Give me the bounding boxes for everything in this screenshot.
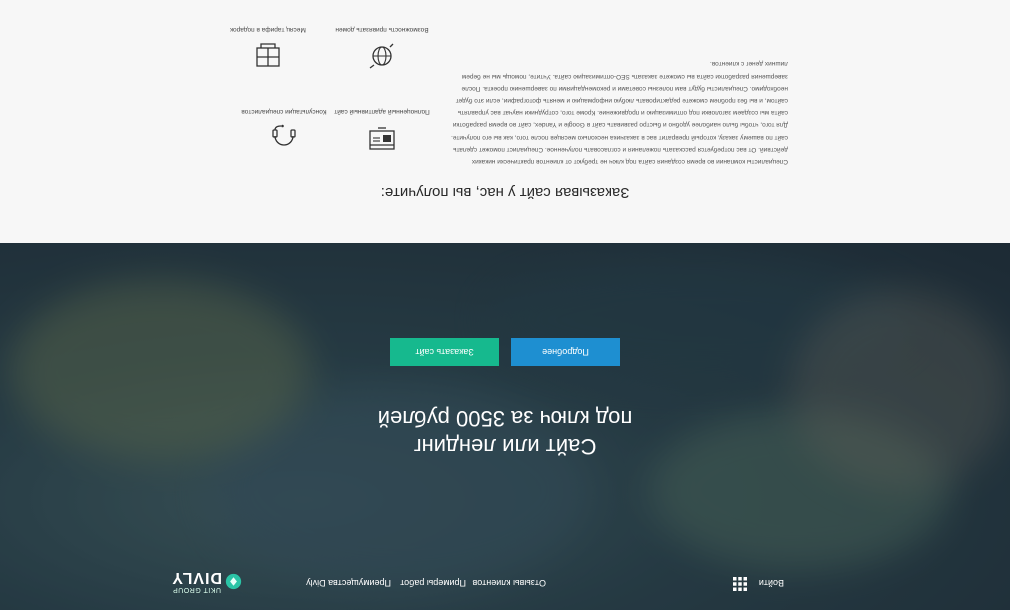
more-button[interactable]: Подробнее [511,338,620,366]
hero-title-line1: Сайт или лендинг [413,434,597,459]
page: UKIT GROUP DIVLY Преимущества Divly Прим… [0,0,1010,610]
logo-icon[interactable] [225,573,242,590]
top-nav: UKIT GROUP DIVLY Преимущества Divly Прим… [0,554,1010,610]
feature-label: Консультации специалистов [241,108,327,115]
monitor-tools-icon [369,127,395,150]
benefits-title: Заказывая сайт у нас, вы получите: [380,184,630,201]
hero-section: UKIT GROUP DIVLY Преимущества Divly Прим… [0,243,1010,610]
feature-label: Возможность привязать домен [335,26,429,33]
feature-label: Месяц тарифа в подарок [230,26,306,33]
feature-label: Полноценный адаптивный сайт [334,108,430,115]
feature-adaptive-site: Полноценный адаптивный сайт [332,107,432,152]
window-icon [256,43,280,67]
benefits-description: Специалисты компании во время создания с… [451,60,788,165]
feature-free-month: Месяц тарифа в подарок [218,25,318,70]
globe-icon [369,43,394,69]
nav-link-portfolio[interactable]: Примеры работ [400,578,466,588]
benefits-section: Заказывая сайт у нас, вы получите: Специ… [0,0,1010,243]
logo-subtitle: UKIT GROUP [172,586,221,593]
nav-link-features[interactable]: Преимущества Divly [306,578,391,588]
logo-text[interactable]: DIVLY [171,568,222,586]
grid-icon[interactable] [733,577,747,591]
nav-link-reviews[interactable]: Отзывы клиентов [472,578,546,588]
order-site-button[interactable]: Заказать сайт [390,338,499,366]
hero-title: Сайт или лендинг под ключ за 3500 рублей [0,404,1010,460]
hero-title-line2: под ключ за 3500 рублей [377,406,633,431]
feature-domain: Возможность привязать домен [332,25,432,70]
login-link[interactable]: Войти [759,578,784,588]
headset-icon [272,124,296,146]
feature-consultations: Консультации специалистов [234,107,334,152]
